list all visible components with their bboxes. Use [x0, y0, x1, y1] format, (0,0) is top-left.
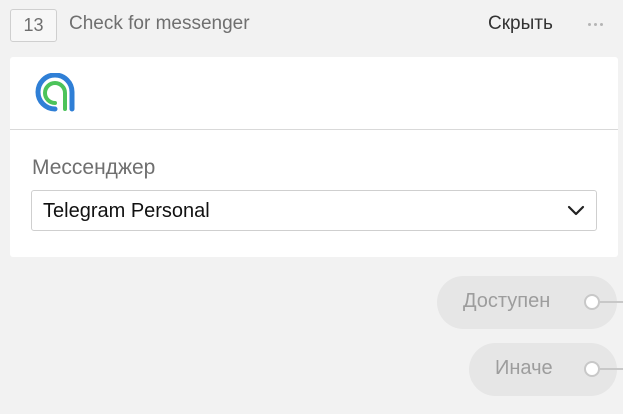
output-available-label: Доступен [463, 290, 551, 312]
block-title: Check for messenger [69, 13, 250, 34]
messenger-select-value: Telegram Personal [43, 200, 210, 222]
block-card: Мессенджер Telegram Personal [10, 57, 618, 257]
output-else-port[interactable] [584, 361, 600, 377]
messenger-field-label: Мессенджер [32, 156, 156, 179]
more-horizontal-icon [593, 22, 597, 26]
step-number-badge: 13 [10, 9, 57, 42]
output-else-connector [600, 368, 623, 370]
chevron-down-icon [567, 205, 585, 216]
card-divider [10, 129, 618, 130]
app-logo-icon [35, 73, 75, 112]
output-available-port[interactable] [584, 294, 600, 310]
output-else-label: Иначе [495, 357, 553, 379]
output-available-connector [600, 301, 623, 303]
messenger-select[interactable]: Telegram Personal [31, 190, 597, 231]
more-horizontal-icon [599, 22, 603, 26]
more-horizontal-icon [587, 22, 591, 26]
block-header: 13 Check for messenger Скрыть [0, 0, 623, 52]
hide-button[interactable]: Скрыть [488, 13, 553, 35]
more-menu-button[interactable] [584, 12, 606, 36]
